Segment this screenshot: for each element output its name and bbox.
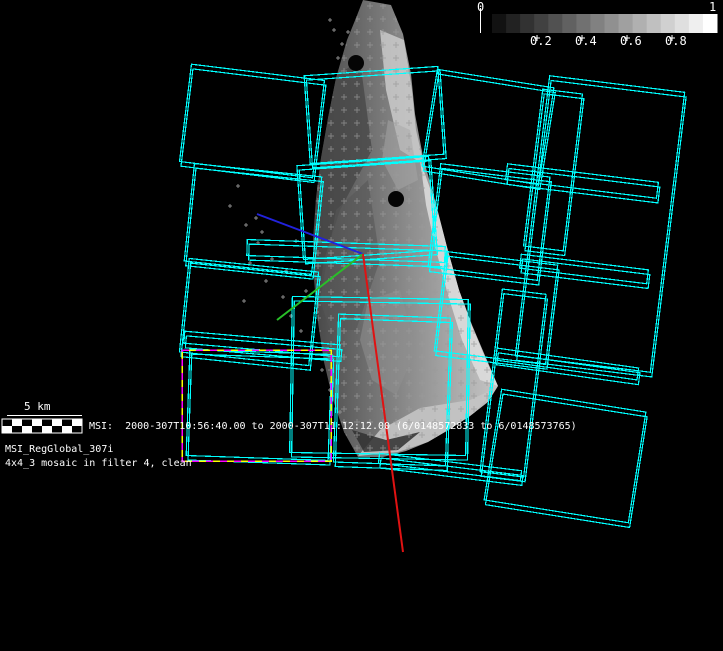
colorbar-step <box>590 14 605 33</box>
colorbar-step <box>562 14 577 33</box>
colorbar-step <box>548 14 563 33</box>
scale-bar-cell <box>2 426 12 433</box>
scale-bar-cell <box>22 426 32 433</box>
colorbar-step <box>675 14 690 33</box>
scale-bar-label: 5 km <box>24 401 51 413</box>
colorbar-max-label: 1 <box>709 1 716 13</box>
crater <box>348 55 364 71</box>
colorbar-step <box>520 14 535 33</box>
status-line-observation-range: MSI: 2000-307T10:56:40.00 to 2000-307T11… <box>89 421 577 433</box>
scale-bar-cell <box>32 426 42 433</box>
scale-bar-cell <box>52 426 62 433</box>
scale-bar-cell <box>62 419 72 426</box>
crater <box>388 191 404 207</box>
colorbar-step <box>605 14 620 33</box>
scale-bar-cell <box>72 419 82 426</box>
colorbar-step <box>506 14 521 33</box>
colorbar-step <box>661 14 676 33</box>
render-canvas <box>0 0 723 651</box>
colorbar-step <box>576 14 591 33</box>
msi-coverage-viewer: 0 1 0.2 0.4 0.6 0.8 5 km MSI: 2000-307T10:5… <box>0 0 723 651</box>
sequence-name: MSI_RegGlobal_307i <box>5 444 113 456</box>
colorbar-step <box>647 14 662 33</box>
colorbar-tick-label: 0.8 <box>665 35 687 47</box>
colorbar-step <box>633 14 648 33</box>
mosaic-description: 4x4_3 mosaic in filter 4, clean <box>5 458 192 470</box>
colorbar-step <box>689 14 704 33</box>
scale-bar-cell <box>62 426 72 433</box>
scale-bar-cell <box>12 419 22 426</box>
scale-bar-cell <box>32 419 42 426</box>
scale-bar-cell <box>12 426 22 433</box>
colorbar-tick-label: 0.2 <box>530 35 552 47</box>
colorbar-min-label: 0 <box>477 1 484 13</box>
colorbar-step <box>534 14 549 33</box>
scale-bar-cell <box>72 426 82 433</box>
colorbar-step <box>703 14 718 33</box>
scale-bar-cell <box>2 419 12 426</box>
scale-bar-cell <box>22 419 32 426</box>
scale-bar-cell <box>42 419 52 426</box>
colorbar-step <box>492 14 507 33</box>
colorbar-tick-label: 0.4 <box>575 35 597 47</box>
scale-bar-cell <box>42 426 52 433</box>
colorbar-tick-label: 0.6 <box>620 35 642 47</box>
colorbar-step <box>619 14 634 33</box>
scale-bar-cell <box>52 419 62 426</box>
